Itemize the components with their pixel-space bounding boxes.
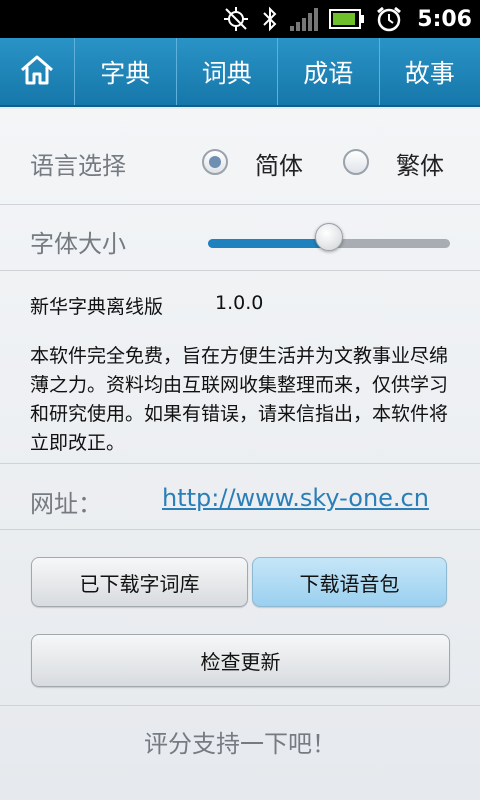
home-button[interactable] [0,38,75,105]
download-voice-button[interactable]: 下载语音包 [252,557,447,607]
alarm-icon [375,5,403,33]
status-bar: 5:06 [0,0,480,38]
radio-traditional-label[interactable]: 繁体 [396,146,444,181]
font-size-label: 字体大小 [30,230,126,258]
status-time: 5:06 [417,6,472,32]
check-update-button[interactable]: 检查更新 [31,634,450,687]
font-size-slider-thumb[interactable] [315,223,343,251]
app-version: 1.0.0 [215,292,264,314]
radio-simplified[interactable] [202,149,228,175]
tab-chengyu[interactable]: 成语 [278,38,380,105]
bluetooth-icon [261,5,279,33]
home-icon [18,53,56,91]
app-name: 新华字典离线版 [30,296,164,318]
website-link[interactable]: http://www.sky-one.cn [162,484,429,512]
radio-traditional[interactable] [343,149,369,175]
font-size-slider-fill [208,239,329,248]
signal-icon [289,6,319,32]
tab-cidian[interactable]: 词典 [177,38,278,105]
gps-off-icon [221,4,251,34]
radio-simplified-label[interactable]: 简体 [255,146,303,181]
about-description: 本软件完全免费，旨在方便生活并为文教事业尽绵薄之力。资料均由互联网收集整理而来，… [30,345,449,454]
status-icons: 5:06 [221,0,480,38]
rate-text[interactable]: 评分支持一下吧！ [0,724,480,759]
downloaded-library-button[interactable]: 已下载字词库 [31,557,248,607]
tab-zidian[interactable]: 字典 [75,38,177,105]
tab-gushi[interactable]: 故事 [380,38,480,105]
language-label: 语言选择 [30,152,126,180]
settings-content: 语言选择 简体 繁体 字体大小 新华字典离线版 1.0.0 本软件完全免费，旨在… [0,109,480,800]
battery-icon [329,8,365,30]
nav-bar: 字典 词典 成语 故事 [0,38,480,107]
website-label: 网址： [30,490,102,518]
